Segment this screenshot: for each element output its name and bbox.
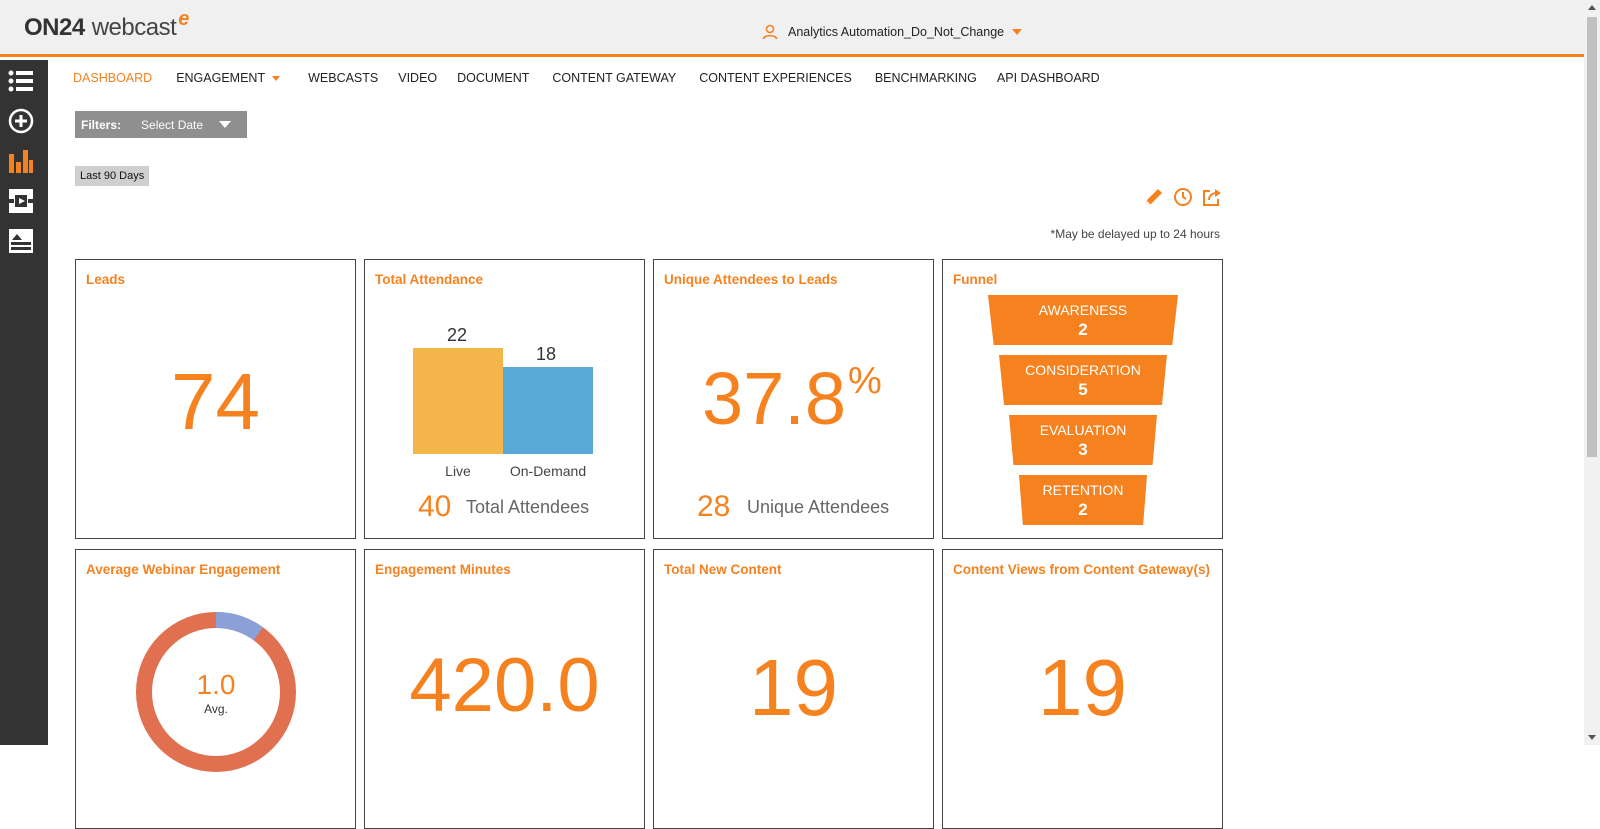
avg-engagement-value: 1.0 — [196, 669, 236, 700]
unique-attendees-value: 28 — [697, 490, 731, 523]
logo-on24-text: ON24 — [24, 14, 85, 41]
left-sidebar — [0, 60, 48, 745]
on-demand-bar — [503, 367, 593, 454]
logo-webcast-text: webcast — [91, 14, 177, 41]
total-attendees-label: Total Attendees — [466, 497, 590, 517]
export-icon[interactable] — [1201, 186, 1223, 208]
unique-to-leads-value: 37.8 — [702, 357, 847, 440]
donut-segment — [215, 612, 264, 641]
list-icon[interactable] — [8, 68, 34, 94]
vertical-scrollbar[interactable] — [1584, 0, 1600, 745]
funnel-card[interactable]: Funnel AWARENESS 2 CONSIDERATION 5 EVALUAT… — [942, 259, 1223, 539]
card-title: Total Attendance — [375, 272, 484, 287]
total-attendance-card[interactable]: Total Attendance 22 18 Live On-Demand 40… — [364, 259, 645, 539]
percent-unit: % — [848, 360, 882, 402]
content-views-value: 19 — [1038, 643, 1127, 732]
chevron-down-icon — [219, 121, 232, 128]
scroll-up-arrow-icon[interactable] — [1588, 5, 1596, 10]
live-bar — [413, 348, 503, 454]
logo-e-text: e — [178, 8, 189, 30]
nav-dashboard[interactable]: DASHBOARD — [73, 71, 152, 85]
live-bar-value: 22 — [446, 325, 468, 345]
card-title: Funnel — [953, 272, 998, 287]
nav-benchmarking[interactable]: BENCHMARKING — [875, 71, 977, 85]
leads-card[interactable]: Leads 74 — [75, 259, 356, 539]
card-title: Average Webinar Engagement — [86, 562, 281, 577]
delay-note: *May be delayed up to 24 hours — [1050, 227, 1220, 241]
date-range-chip: Last 90 Days — [75, 166, 150, 186]
user-icon — [762, 24, 778, 40]
account-selector[interactable]: Analytics Automation_Do_Not_Change — [762, 24, 1023, 40]
nav-video[interactable]: VIDEO — [398, 71, 437, 85]
nav-engagement[interactable]: ENGAGEMENT — [176, 71, 281, 85]
funnel-stage-evaluation[interactable]: EVALUATION 3 — [1009, 415, 1157, 465]
on-demand-label: On-Demand — [509, 463, 587, 479]
edit-icon[interactable] — [1143, 186, 1165, 208]
content-icon[interactable] — [8, 188, 34, 214]
card-title: Content Views from Content Gateway(s) — [953, 562, 1211, 577]
nav-content-experiences[interactable]: CONTENT EXPERIENCES — [699, 71, 852, 85]
clock-icon[interactable] — [1172, 186, 1194, 208]
nav-document[interactable]: DOCUMENT — [457, 71, 529, 85]
chevron-down-icon — [1012, 29, 1023, 35]
funnel-stage-consideration[interactable]: CONSIDERATION 5 — [999, 355, 1167, 405]
total-new-content-card[interactable]: Total New Content 19 — [653, 549, 934, 829]
filters-value: Select Date — [141, 117, 204, 132]
engagement-minutes-value: 420.0 — [409, 643, 600, 728]
top-header: ON24 webcast e Analytics Automation_Do_N… — [0, 0, 1584, 57]
main-nav: DASHBOARD ENGAGEMENT WEBCASTS VIDEO DOCU… — [73, 71, 1100, 85]
engagement-minutes-card[interactable]: Engagement Minutes 420.0 — [364, 549, 645, 829]
avg-engagement-sub: Avg. — [204, 702, 228, 716]
funnel-stage-retention[interactable]: RETENTION 2 — [1019, 475, 1147, 525]
nav-webcasts[interactable]: WEBCASTS — [308, 71, 378, 85]
card-title: Leads — [86, 272, 126, 287]
unique-attendees-to-leads-card[interactable]: Unique Attendees to Leads 37.8 % 28 Uniq… — [653, 259, 934, 539]
card-title: Engagement Minutes — [375, 562, 511, 577]
content-views-card[interactable]: Content Views from Content Gateway(s) 19 — [942, 549, 1223, 829]
add-circle-icon[interactable] — [8, 108, 34, 134]
total-attendees-value: 40 — [418, 490, 452, 523]
date-filter-dropdown[interactable]: Filters: Select Date — [75, 111, 247, 138]
unique-attendees-label: Unique Attendees — [747, 497, 890, 517]
average-webinar-engagement-card[interactable]: Average Webinar Engagement 1.0 Avg. — [75, 549, 356, 829]
unique-to-leads-value-group: 37.8 % — [702, 356, 882, 441]
live-label: Live — [445, 463, 471, 479]
total-new-content-value: 19 — [749, 643, 838, 732]
funnel-stage-awareness[interactable]: AWARENESS 2 — [988, 295, 1178, 345]
nav-api-dashboard[interactable]: API DASHBOARD — [997, 71, 1100, 85]
leads-value: 74 — [171, 357, 260, 446]
card-title: Unique Attendees to Leads — [664, 272, 838, 287]
on24-logo[interactable]: ON24 webcast e — [24, 8, 189, 42]
on-demand-bar-value: 18 — [535, 344, 557, 364]
scroll-down-arrow-icon[interactable] — [1588, 735, 1596, 740]
nav-content-gateway[interactable]: CONTENT GATEWAY — [552, 71, 676, 85]
account-name: Analytics Automation_Do_Not_Change — [788, 25, 1005, 39]
dashboard-tools — [1143, 186, 1230, 208]
card-title: Total New Content — [664, 562, 782, 577]
filters-label: Filters: — [81, 117, 122, 132]
chevron-down-icon — [272, 75, 281, 81]
scroll-thumb[interactable] — [1587, 17, 1597, 457]
bar-chart-icon[interactable] — [8, 148, 34, 174]
media-icon[interactable] — [8, 228, 34, 254]
